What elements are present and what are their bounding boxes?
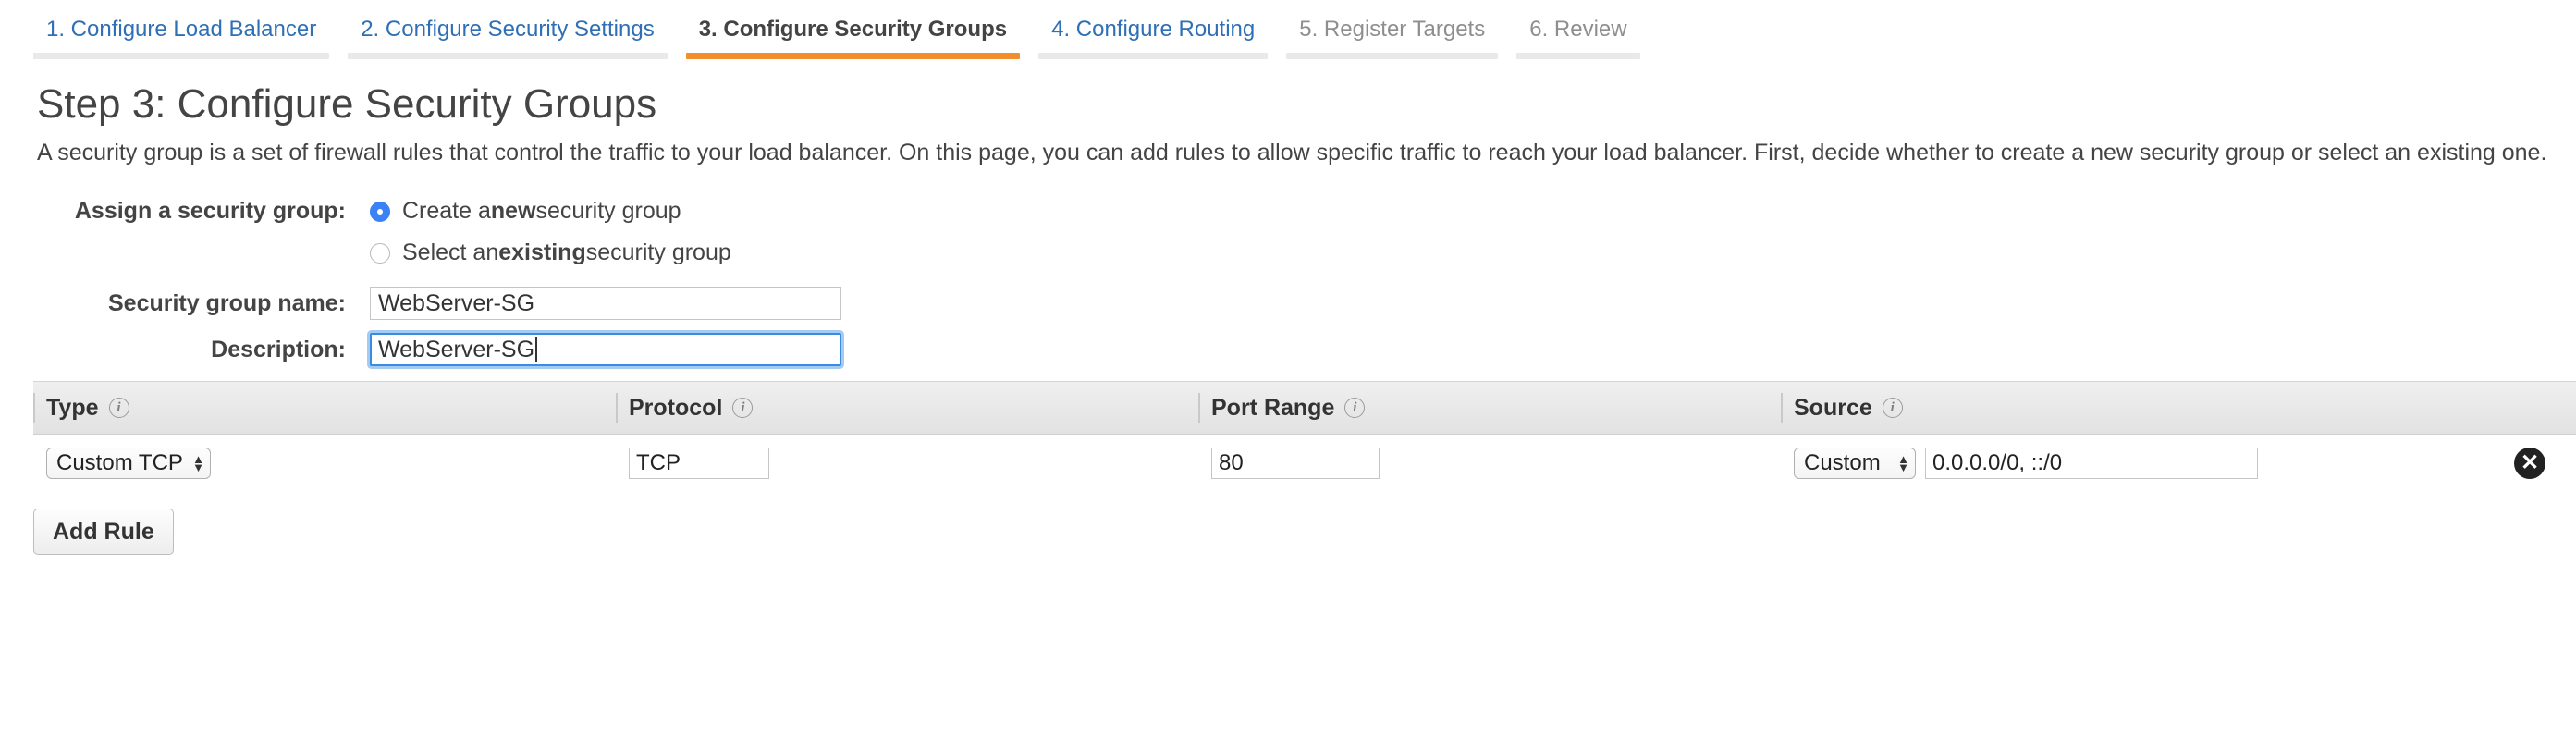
select-existing-row: Select an existing security group [0,239,2576,266]
column-header-source: Source i [1781,382,2484,434]
rule-type-select[interactable]: Custom TCP I ▲ ▼ [46,448,211,479]
rule-source-scope-select[interactable]: Custom ▲ ▼ [1794,448,1916,479]
tab-configure-security-settings[interactable]: 2. Configure Security Settings [348,16,668,59]
tab-label: 1. Configure Load Balancer [46,17,317,42]
tab-underline-active [685,53,1021,59]
security-group-rules-table: Type i Protocol i Port Range i Source i … [33,381,2576,492]
tab-review[interactable]: 6. Review [1516,16,1640,59]
radio-button-icon[interactable] [370,201,390,222]
column-header-label: Source [1794,394,1872,421]
cell-port-range: 80 [1198,435,1781,492]
assign-security-group-options: Create a new security group [370,198,681,225]
radio-label-emphasis: existing [498,239,586,265]
security-group-description-value: WebServer-SG [378,337,535,362]
add-rule-area: Add Rule [33,509,2576,555]
tab-configure-load-balancer[interactable]: 1. Configure Load Balancer [33,16,330,59]
cell-type: Custom TCP I ▲ ▼ [33,435,616,492]
rule-protocol-value: TCP [636,450,681,475]
tab-label: 5. Register Targets [1299,17,1486,42]
info-icon[interactable]: i [1882,398,1903,418]
security-group-form: Assign a security group: Create a new se… [0,198,2576,366]
assign-security-group-label: Assign a security group: [74,198,346,224]
tab-label: 6. Review [1529,17,1627,42]
rule-protocol-input: TCP [629,448,769,479]
stepper-arrows-icon: ▲ ▼ [192,452,204,474]
column-header-label: Type [46,394,99,421]
tab-label: 4. Configure Routing [1051,17,1256,42]
select-existing-options: Select an existing security group [370,239,731,266]
tab-underline [1516,53,1640,59]
security-group-description-control: WebServer-SG [370,333,841,366]
cell-source: Custom ▲ ▼ 0.0.0.0/0, ::/0 [1781,435,2484,492]
security-group-name-value: WebServer-SG [378,290,535,316]
table-row: Custom TCP I ▲ ▼ TCP 80 Custom ▲ ▼ 0.0.0.0… [33,435,2576,492]
add-rule-button[interactable]: Add Rule [33,509,174,555]
rule-source-input[interactable]: 0.0.0.0/0, ::/0 [1925,448,2258,479]
security-group-name-label: Security group name: [108,289,346,316]
rule-port-range-value: 80 [1219,450,1244,475]
page-description: A security group is a set of firewall ru… [37,140,2547,166]
cell-delete: ✕ [2484,435,2576,492]
rule-source-value: 0.0.0.0/0, ::/0 [1932,450,2063,475]
radio-label-suffix: security group [585,239,731,265]
radio-label-prefix: Create a [402,198,491,224]
column-header-type: Type i [33,382,616,434]
security-group-name-input[interactable]: WebServer-SG [370,287,841,320]
radio-create-new-security-group[interactable]: Create a new security group [370,198,681,225]
column-header-protocol: Protocol i [616,382,1198,434]
info-icon[interactable]: i [108,398,129,418]
rules-table-header: Type i Protocol i Port Range i Source i [33,381,2576,435]
column-header-label: Protocol [629,394,723,421]
tab-underline [1286,53,1499,59]
page-title: Step 3: Configure Security Groups [37,81,657,127]
stepper-arrows-icon: ▲ ▼ [1897,452,1909,474]
tab-underline [1038,53,1269,59]
delete-rule-icon[interactable]: ✕ [2514,448,2545,479]
info-icon[interactable]: i [1344,398,1366,418]
column-header-port-range: Port Range i [1198,382,1781,434]
tab-underline [33,53,330,59]
rule-source-scope-value: Custom [1804,450,1881,475]
tab-configure-security-groups[interactable]: 3. Configure Security Groups [685,16,1021,59]
radio-label-suffix: security group [535,198,681,224]
text-cursor [535,337,538,362]
tab-configure-routing[interactable]: 4. Configure Routing [1038,16,1269,59]
security-group-name-control: WebServer-SG [370,287,841,320]
rule-type-value: Custom TCP I [56,450,188,475]
column-divider [33,393,35,423]
info-icon[interactable]: i [732,398,754,418]
radio-select-existing-security-group[interactable]: Select an existing security group [370,239,731,266]
tab-underline [348,53,668,59]
assign-security-group-row: Assign a security group: Create a new se… [0,198,2576,225]
tab-register-targets[interactable]: 5. Register Targets [1286,16,1499,59]
security-group-description-input[interactable]: WebServer-SG [370,333,841,366]
tab-label: 2. Configure Security Settings [361,17,655,42]
security-group-description-label: Description: [211,336,346,362]
rule-port-range-input[interactable]: 80 [1211,448,1380,479]
cell-protocol: TCP [616,435,1198,492]
tab-label: 3. Configure Security Groups [698,17,1008,42]
radio-label-emphasis: new [490,198,536,224]
security-group-name-row: Security group name: WebServer-SG [0,287,2576,320]
radio-button-icon[interactable] [370,242,390,264]
wizard-tab-bar: 1. Configure Load Balancer 2. Configure … [0,0,2576,59]
column-header-label: Port Range [1211,394,1335,421]
security-group-description-row: Description: WebServer-SG [0,333,2576,366]
radio-label-prefix: Select an [402,239,499,265]
